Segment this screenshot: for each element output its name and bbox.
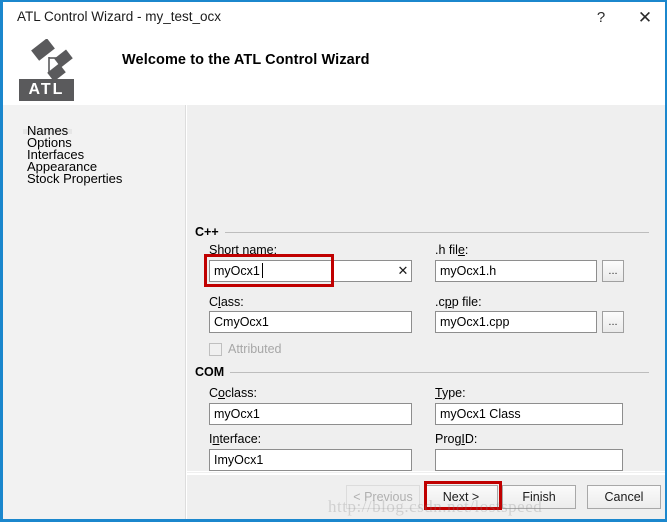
group-rule — [224, 231, 649, 233]
wizard-main-panel: C++ Short name: ✕ Class: CmyOcx1 .h file… — [187, 105, 665, 473]
group-label-com: COM — [195, 365, 225, 379]
type-label: Type: — [435, 386, 466, 400]
h-file-browse-button[interactable]: ... — [602, 260, 624, 282]
wizard-banner: ATL Welcome to the ATL Control Wizard — [3, 33, 665, 105]
interface-input[interactable]: ImyOcx1 — [209, 449, 412, 471]
group-label-cpp: C++ — [195, 225, 219, 239]
sidebar-item-names[interactable]: Names — [23, 124, 73, 137]
class-input[interactable]: CmyOcx1 — [209, 311, 412, 333]
attributed-checkbox-row: Attributed — [209, 342, 282, 356]
progid-input[interactable] — [435, 449, 623, 471]
cancel-button[interactable]: Cancel — [587, 485, 661, 509]
cpp-file-browse-button[interactable]: ... — [602, 311, 624, 333]
coclass-input[interactable]: myOcx1 — [209, 403, 412, 425]
page-title: Welcome to the ATL Control Wizard — [122, 52, 370, 68]
attributed-label: Attributed — [228, 342, 282, 356]
footer-divider — [187, 471, 665, 472]
progid-label: ProgID: — [435, 432, 478, 446]
finish-button[interactable]: Finish — [502, 485, 576, 509]
type-input[interactable]: myOcx1 Class — [435, 403, 623, 425]
h-file-label: .h file: — [435, 243, 469, 257]
group-header-com: COM — [195, 364, 649, 380]
previous-button[interactable]: < Previous — [346, 485, 420, 509]
sidebar-nav: Names Options Interfaces Appearance Stoc… — [23, 124, 173, 189]
close-icon[interactable]: ✕ — [627, 4, 663, 32]
clear-icon[interactable]: ✕ — [395, 262, 411, 280]
interface-label: Interface: — [209, 432, 262, 446]
h-file-input[interactable]: myOcx1.h — [435, 260, 597, 282]
sidebar-item-options[interactable]: Options — [23, 136, 76, 149]
wizard-sidebar: Names Options Interfaces Appearance Stoc… — [3, 105, 186, 519]
sidebar-item-interfaces[interactable]: Interfaces — [23, 148, 88, 161]
text-caret — [262, 263, 263, 278]
title-bar: ATL Control Wizard - my_test_ocx ? ✕ — [3, 2, 665, 33]
cpp-file-input[interactable]: myOcx1.cpp — [435, 311, 597, 333]
short-name-field-wrap: ✕ — [209, 260, 412, 282]
class-label: Class: — [209, 295, 244, 309]
atl-wordmark: ATL — [19, 79, 74, 101]
sidebar-item-stock-properties[interactable]: Stock Properties — [23, 172, 126, 185]
help-icon[interactable]: ? — [583, 4, 619, 32]
group-header-cpp: C++ — [195, 224, 649, 240]
wizard-footer: < Previous Next > Finish Cancel — [187, 474, 665, 519]
coclass-label: Coclass: — [209, 386, 257, 400]
attributed-checkbox — [209, 342, 222, 356]
next-button[interactable]: Next > — [424, 485, 498, 509]
sidebar-item-appearance[interactable]: Appearance — [23, 160, 101, 173]
wizard-window: ATL Control Wizard - my_test_ocx ? ✕ ATL… — [0, 0, 667, 522]
short-name-label: Short name: — [209, 243, 278, 257]
atl-nodes-icon: ATL — [19, 38, 97, 101]
group-rule — [230, 371, 649, 373]
cpp-file-label: .cpp file: — [435, 295, 482, 309]
window-title: ATL Control Wizard - my_test_ocx — [17, 9, 222, 24]
short-name-input[interactable] — [209, 260, 412, 282]
